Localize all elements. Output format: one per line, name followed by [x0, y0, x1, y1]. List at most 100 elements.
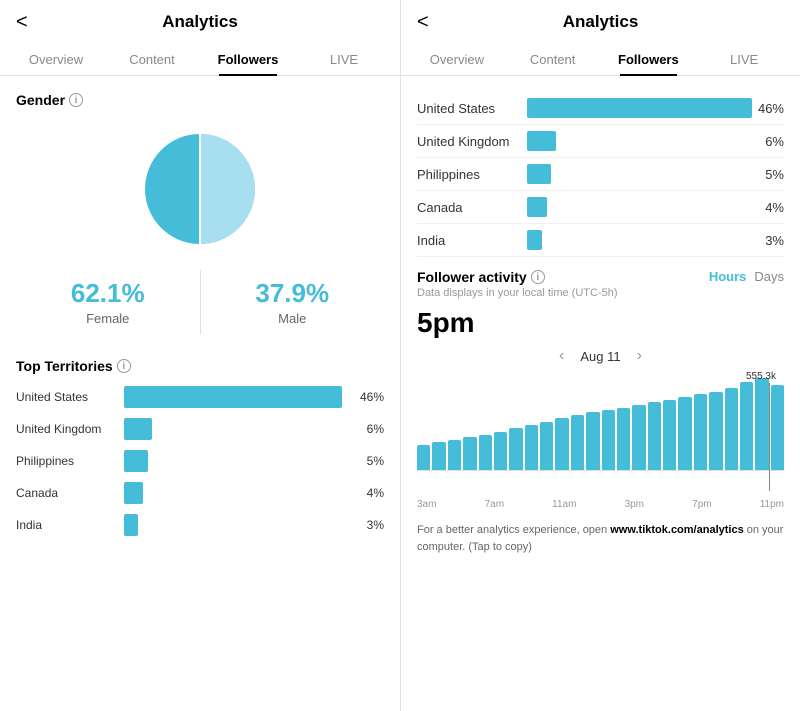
right-tab-overview[interactable]: Overview [409, 44, 505, 75]
chart-bar [555, 418, 568, 470]
chart-label: 11pm [760, 499, 784, 510]
gender-pie-container [16, 124, 384, 254]
territory-row: United Kingdom6% [16, 418, 384, 440]
chart-label: 3pm [625, 499, 644, 510]
chart-label: 7pm [692, 499, 711, 510]
country-bar [527, 164, 551, 184]
country-bar-container [527, 131, 752, 151]
country-bar [527, 197, 547, 217]
female-label: Female [24, 311, 192, 326]
activity-info-icon[interactable]: i [531, 270, 545, 284]
hours-toggle[interactable]: Hours [709, 269, 747, 284]
chart-bar [678, 397, 691, 470]
country-pct: 4% [752, 200, 784, 215]
footer-link[interactable]: www.tiktok.com/analytics [610, 524, 743, 536]
territory-name: United States [16, 390, 116, 404]
left-tabs: Overview Content Followers LIVE [0, 44, 400, 76]
left-tab-overview[interactable]: Overview [8, 44, 104, 75]
left-tab-followers[interactable]: Followers [200, 44, 296, 75]
left-content: Gender i 62.1% Female 37.9% [0, 76, 400, 711]
left-tab-live[interactable]: LIVE [296, 44, 392, 75]
territory-name: Philippines [16, 454, 116, 468]
territory-row: Canada4% [16, 482, 384, 504]
activity-toggle: Hours Days [709, 269, 784, 284]
chart-next-button[interactable]: › [637, 347, 642, 365]
left-header: < Analytics [0, 0, 400, 44]
country-name: Canada [417, 200, 527, 215]
country-name: United Kingdom [417, 134, 527, 149]
country-pct: 5% [752, 167, 784, 182]
chart-bar [648, 402, 661, 470]
country-section: United States46% United Kingdom 6% Philippi… [417, 92, 784, 257]
territory-bar [124, 514, 138, 536]
country-row: India 3% [417, 224, 784, 257]
female-stat: 62.1% Female [16, 270, 200, 334]
territory-row: United States46% [16, 386, 384, 408]
country-pct: 3% [752, 233, 784, 248]
chart-bar [709, 392, 722, 470]
right-back-button[interactable]: < [417, 11, 429, 34]
male-stat: 37.9% Male [200, 270, 385, 334]
chart-bar [740, 382, 753, 470]
territory-bar [124, 450, 148, 472]
chart-bar [632, 405, 645, 470]
country-row: United States46% [417, 92, 784, 125]
country-bar [527, 131, 556, 151]
territories-list: United States46% United Kingdom6% Philippi… [16, 386, 384, 536]
gender-section-title: Gender i [16, 92, 384, 108]
territories-info-icon[interactable]: i [117, 359, 131, 373]
country-name: India [417, 233, 527, 248]
chart-label: 7am [485, 499, 504, 510]
territory-bar-container [124, 450, 342, 472]
country-row: Philippines5% [417, 158, 784, 191]
left-panel: < Analytics Overview Content Followers L… [0, 0, 400, 711]
territory-name: United Kingdom [16, 422, 116, 436]
left-title: Analytics [162, 12, 238, 32]
right-title: Analytics [563, 12, 639, 32]
activity-subtitle: Data displays in your local time (UTC-5h… [417, 287, 784, 299]
territory-bar-container [124, 386, 342, 408]
peak-label: 555.3k [746, 371, 776, 382]
chart-bar [602, 410, 615, 470]
right-tab-content[interactable]: Content [505, 44, 601, 75]
footer-text: For a better analytics experience, open … [417, 522, 784, 555]
left-tab-content[interactable]: Content [104, 44, 200, 75]
days-toggle[interactable]: Days [754, 269, 784, 284]
territory-pct: 5% [356, 454, 384, 468]
territory-bar-container [124, 482, 342, 504]
right-tab-followers[interactable]: Followers [601, 44, 697, 75]
chart-bars [417, 371, 784, 471]
right-tab-live[interactable]: LIVE [696, 44, 792, 75]
right-panel: < Analytics Overview Content Followers L… [400, 0, 800, 711]
country-row: Canada 4% [417, 191, 784, 224]
chart-prev-button[interactable]: ‹ [559, 347, 564, 365]
country-row: United Kingdom 6% [417, 125, 784, 158]
female-pct: 62.1% [24, 278, 192, 309]
country-name: United States [417, 101, 527, 116]
right-tabs: Overview Content Followers LIVE [401, 44, 800, 76]
male-pct: 37.9% [209, 278, 377, 309]
territory-bar [124, 482, 143, 504]
chart-bar [417, 445, 430, 470]
chart-area: 555.3k [417, 371, 784, 491]
right-content: United States46% United Kingdom 6% Philippi… [401, 76, 800, 711]
country-bar-container [527, 164, 752, 184]
country-bar [527, 230, 542, 250]
chart-bar [448, 440, 461, 470]
chart-bar [463, 437, 476, 470]
territory-bar [124, 418, 152, 440]
chart-bar [586, 412, 599, 470]
chart-bar [755, 378, 768, 470]
territory-name: India [16, 518, 116, 532]
territory-bar-container [124, 418, 342, 440]
chart-bar [771, 385, 784, 470]
chart-label: 11am [552, 499, 576, 510]
territory-row: Philippines 5% [16, 450, 384, 472]
chart-label: 3am [417, 499, 436, 510]
chart-bar [617, 408, 630, 470]
right-header: < Analytics [401, 0, 800, 44]
left-back-button[interactable]: < [16, 11, 28, 34]
country-pct: 6% [752, 134, 784, 149]
chart-bar [725, 388, 738, 470]
gender-info-icon[interactable]: i [69, 93, 83, 107]
